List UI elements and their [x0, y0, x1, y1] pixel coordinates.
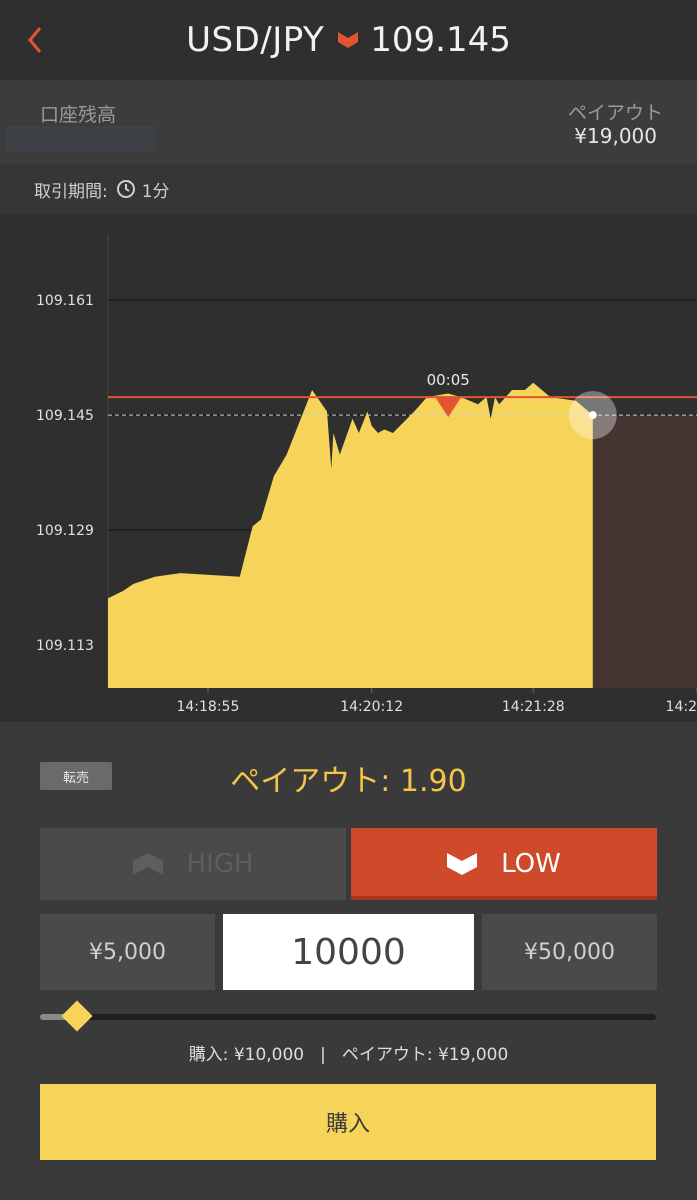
back-button[interactable] [18, 18, 52, 62]
x-tick-label: 14:22:45 [666, 699, 697, 715]
high-button[interactable]: HIGH [40, 828, 346, 900]
payout-label: ペイアウト [567, 102, 663, 124]
current-price-dot [588, 411, 597, 420]
trade-panel: 転売 ペイアウト: 1.90 HIGH LOW ¥5,000 ¥50,000 購… [0, 722, 697, 1200]
high-arrow-icon [132, 853, 163, 875]
low-arrow-icon [447, 853, 478, 875]
x-tick-label: 14:18:55 [176, 699, 239, 715]
balance-value-masked [6, 126, 156, 152]
period-value: 1分 [141, 181, 170, 202]
future-zone [592, 415, 697, 688]
period-label: 取引期間: [34, 181, 108, 202]
balance-label: 口座残高 [40, 104, 117, 126]
y-tick-label: 109.145 [36, 408, 94, 424]
x-tick-label: 14:20:12 [340, 699, 403, 715]
top-bar: USD/JPY 109.145 [0, 0, 697, 80]
y-tick-label: 109.161 [36, 293, 94, 309]
countdown-label: 00:05 [427, 371, 470, 389]
currency-pair: USD/JPY [186, 20, 325, 60]
price-chart: 109.161 109.145 109.129 109.113 14:18:55 14:2… [0, 214, 697, 722]
purchase-summary: 購入: ¥10,000 | ペイアウト: ¥19,000 [0, 1040, 697, 1065]
high-label: HIGH [186, 849, 254, 879]
chevron-left-icon [28, 27, 42, 53]
summary-separator: | [320, 1045, 326, 1065]
clock-icon [116, 179, 136, 199]
low-label: LOW [501, 849, 561, 879]
amount-slider-track[interactable] [40, 1014, 656, 1020]
y-tick-label: 109.129 [36, 523, 94, 539]
payout-value: ¥19,000 [574, 124, 657, 148]
amount-50000-button[interactable]: ¥50,000 [482, 914, 657, 990]
low-button[interactable]: LOW [351, 828, 657, 900]
buy-button[interactable]: 購入 [40, 1084, 656, 1160]
payout-rate: ペイアウト: 1.90 [230, 764, 467, 799]
purchase-amount: 購入: ¥10,000 [188, 1045, 305, 1065]
account-summary: 口座残高 ペイアウト ¥19,000 [0, 80, 697, 164]
price-area [108, 382, 593, 688]
current-rate: 109.145 [370, 20, 511, 60]
amount-input[interactable] [223, 914, 474, 990]
purchase-payout: ペイアウト: ¥19,000 [341, 1045, 509, 1065]
x-tick-label: 14:21:28 [502, 699, 565, 715]
low-arrow-icon [338, 32, 359, 48]
amount-slider-thumb[interactable] [61, 1000, 93, 1032]
trade-period: 取引期間: 1分 [0, 164, 697, 215]
price-chart-svg: 109.161 109.145 109.129 109.113 14:18:55 14:2… [0, 234, 697, 722]
amount-5000-button[interactable]: ¥5,000 [40, 914, 215, 990]
y-tick-label: 109.113 [36, 638, 94, 654]
